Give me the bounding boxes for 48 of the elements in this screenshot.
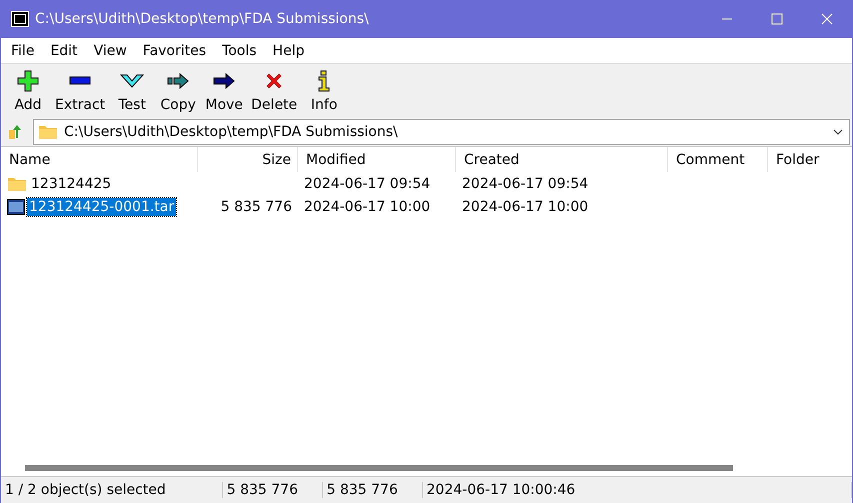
toolbar-button[interactable]: Extract bbox=[51, 69, 110, 113]
status-text: 5 835 776 bbox=[322, 482, 423, 498]
table-cell-text: 2024-06-17 10:00 bbox=[303, 198, 432, 214]
menu-item[interactable]: Help bbox=[264, 42, 312, 58]
toolbar-button[interactable]: Test bbox=[109, 69, 156, 113]
table-cell-text: 2024-06-17 09:54 bbox=[461, 176, 590, 192]
column-header[interactable]: Comment bbox=[668, 147, 768, 172]
up-folder-icon bbox=[8, 124, 24, 140]
status-text: 2024-06-17 10:00:46 bbox=[422, 482, 852, 498]
status-text: 1 / 2 object(s) selected bbox=[1, 482, 223, 498]
minus-icon bbox=[69, 76, 92, 86]
info-icon bbox=[318, 70, 330, 92]
arrow-icon bbox=[167, 73, 190, 89]
toolbar-button[interactable]: Info bbox=[301, 69, 348, 113]
close-icon bbox=[821, 13, 833, 25]
toolbar-button[interactable]: Copy bbox=[155, 69, 202, 113]
close-icon bbox=[265, 72, 284, 90]
table-cell-text: 2024-06-17 10:00 bbox=[461, 198, 590, 214]
checkmark-icon bbox=[120, 74, 144, 88]
plus-icon bbox=[17, 70, 39, 92]
menu-item[interactable]: Favorites bbox=[134, 42, 214, 58]
address-field[interactable]: C:\Users\Udith\Desktop\temp\FDA Submissions\ bbox=[33, 119, 850, 145]
table-cell-text: 2024-06-17 09:54 bbox=[303, 176, 432, 192]
column-header[interactable]: Name bbox=[1, 147, 198, 172]
scrollbar-thumb[interactable] bbox=[25, 464, 733, 470]
app-icon bbox=[11, 11, 29, 27]
table-cell-text: 5 835 776 bbox=[220, 198, 293, 214]
column-header[interactable]: Modified bbox=[298, 147, 456, 172]
column-header[interactable]: Folder bbox=[768, 147, 852, 172]
arrow-icon bbox=[213, 73, 236, 89]
status-text: 5 835 776 bbox=[222, 482, 323, 498]
file-name[interactable]: 123124425 bbox=[29, 174, 114, 192]
toolbar-button[interactable]: Move bbox=[201, 69, 248, 113]
toolbar-button[interactable]: Delete bbox=[247, 69, 302, 113]
archive-icon bbox=[7, 198, 25, 214]
menu-item[interactable]: Edit bbox=[42, 42, 86, 58]
window-title: C:\Users\Udith\Desktop\temp\FDA Submissions\ bbox=[35, 11, 369, 27]
dropdown-icon bbox=[833, 129, 843, 135]
file-name[interactable]: 123124425-0001.tar bbox=[27, 198, 176, 216]
column-header[interactable]: Created bbox=[456, 147, 668, 172]
toolbar-button[interactable]: Add bbox=[5, 69, 51, 113]
maximize-icon bbox=[771, 13, 783, 25]
column-header[interactable]: Size bbox=[198, 147, 298, 172]
folder-icon bbox=[7, 176, 27, 192]
menu-item[interactable]: View bbox=[86, 42, 135, 58]
menu-item[interactable]: Tools bbox=[214, 42, 265, 58]
folder-icon bbox=[38, 124, 58, 140]
menu-item[interactable]: File bbox=[3, 42, 42, 58]
